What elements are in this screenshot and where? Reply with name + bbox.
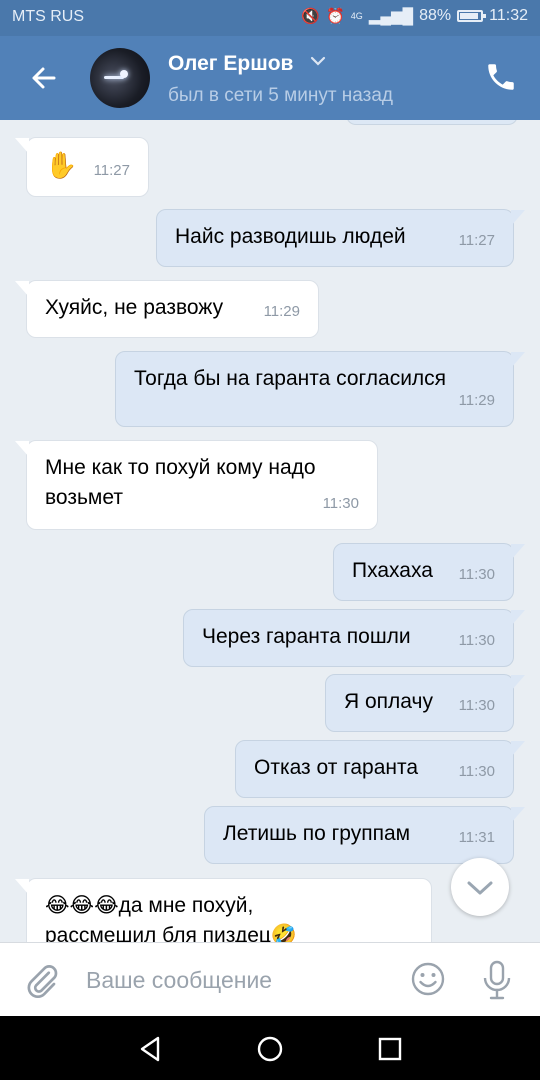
message-time: 11:30	[322, 495, 359, 512]
alarm-icon: ⏰	[326, 8, 345, 25]
message-time: 11:30	[458, 566, 495, 583]
message-text: Мне как то похуй кому надо	[45, 456, 316, 479]
battery-percent: 88%	[419, 7, 452, 24]
message-list[interactable]: ✋ 11:27 Найс разводишь людей 11:27 Хуяйс…	[0, 120, 540, 942]
message-bubble-outgoing[interactable]: Через гаранта пошли 11:30	[183, 609, 525, 667]
message-text: Через гаранта пошли	[202, 625, 411, 648]
message-bubble-incoming[interactable]: ✋ 11:27	[15, 137, 149, 197]
chevron-down-icon[interactable]	[310, 54, 326, 72]
avatar[interactable]	[90, 48, 150, 108]
arrow-left-icon	[32, 67, 56, 89]
message-text: Найс разводишь людей	[175, 225, 406, 248]
message-bubble-outgoing[interactable]: Найс разводишь людей 11:27	[156, 209, 525, 267]
message-bubble-incoming[interactable]: Мне как то похуй кому надо возьмет 11:30	[15, 440, 378, 530]
message-bubble-incoming[interactable]: 😂😂😂да мне похуй, рассмешил бля пиздец🤣	[15, 878, 432, 942]
carrier-label: MTS RUS	[12, 8, 84, 25]
emoji-button[interactable]	[410, 961, 446, 997]
signal-icon: ▂▄▆█	[368, 8, 414, 25]
microphone-icon	[483, 960, 511, 1000]
message-composer: Ваше сообщение	[0, 942, 540, 1017]
message-bubble-outgoing[interactable]: Летишь по группам 11:31	[204, 806, 525, 864]
message-time: 11:27	[458, 232, 495, 249]
attach-button[interactable]	[24, 961, 60, 1001]
message-input[interactable]: Ваше сообщение	[86, 967, 272, 994]
message-time: 11:30	[458, 632, 495, 649]
nav-recent-button[interactable]	[375, 1034, 405, 1064]
presence-status: был в сети 5 минут назад	[168, 85, 394, 106]
contact-name[interactable]: Олег Ершов	[168, 52, 293, 76]
message-bubble-outgoing[interactable]: Я оплачу 11:30	[325, 674, 525, 732]
message-bubble-outgoing[interactable]: Пхахаха 11:30	[333, 543, 525, 601]
message-text: возьмет	[45, 486, 123, 509]
triangle-back-icon	[140, 1036, 160, 1062]
message-bubble-incoming[interactable]: Хуяйс, не развожу 11:29	[15, 280, 319, 338]
call-button[interactable]	[484, 60, 518, 94]
clock: 11:32	[489, 7, 528, 24]
message-time: 11:29	[458, 392, 495, 409]
back-button[interactable]	[26, 58, 60, 98]
voice-message-button[interactable]	[480, 959, 514, 1001]
message-time: 11:31	[458, 829, 495, 846]
message-text: 😂😂😂да мне похуй,	[45, 894, 254, 917]
message-time: 11:27	[93, 162, 130, 179]
message-bubble-outgoing[interactable]: Тогда бы на гаранта согласился 11:29	[115, 351, 525, 427]
chat-header: Олег Ершов был в сети 5 минут назад	[0, 36, 540, 120]
message-text: рассмешил бля пиздец🤣	[45, 924, 298, 942]
status-bar: MTS RUS 🔇 ⏰ 4G ▂▄▆█ 88% 11:32	[0, 0, 540, 36]
paperclip-icon	[27, 965, 58, 999]
scroll-down-button[interactable]	[451, 858, 509, 916]
nav-home-button[interactable]	[255, 1034, 285, 1064]
message-text: Хуяйс, не развожу	[45, 296, 224, 319]
phone-icon	[488, 64, 514, 90]
system-navigation-bar	[0, 1016, 540, 1080]
network-label: 4G	[350, 11, 363, 21]
previous-message-edge	[346, 120, 518, 125]
message-time: 11:30	[458, 697, 495, 714]
status-icons: 🔇 ⏰ 4G ▂▄▆█ 88% 11:32	[301, 7, 528, 25]
circle-home-icon	[257, 1036, 283, 1062]
square-recent-icon	[378, 1037, 402, 1061]
battery-icon	[457, 10, 487, 22]
smile-icon	[411, 962, 445, 996]
message-time: 11:29	[263, 303, 300, 320]
mute-icon: 🔇	[301, 8, 321, 25]
chevron-down-icon	[467, 881, 493, 895]
message-text: Тогда бы на гаранта согласился	[134, 367, 447, 390]
message-time: 11:30	[458, 763, 495, 780]
nav-back-button[interactable]	[136, 1034, 166, 1064]
message-text: Летишь по группам	[223, 822, 411, 845]
message-bubble-outgoing[interactable]: Отказ от гаранта 11:30	[235, 740, 525, 798]
